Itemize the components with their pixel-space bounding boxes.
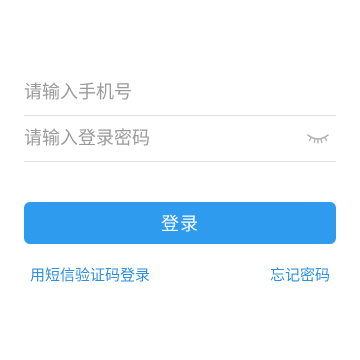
password-field-row bbox=[24, 116, 336, 162]
sms-login-link[interactable]: 用短信验证码登录 bbox=[30, 265, 150, 285]
forgot-password-link[interactable]: 忘记密码 bbox=[270, 265, 330, 285]
login-button[interactable]: 登录 bbox=[24, 202, 336, 244]
password-input[interactable] bbox=[24, 116, 294, 161]
phone-input[interactable] bbox=[24, 70, 294, 115]
phone-field-row bbox=[24, 70, 336, 116]
eye-closed-icon[interactable] bbox=[306, 128, 330, 148]
login-screen: 登录 用短信验证码登录 忘记密码 bbox=[0, 0, 360, 360]
